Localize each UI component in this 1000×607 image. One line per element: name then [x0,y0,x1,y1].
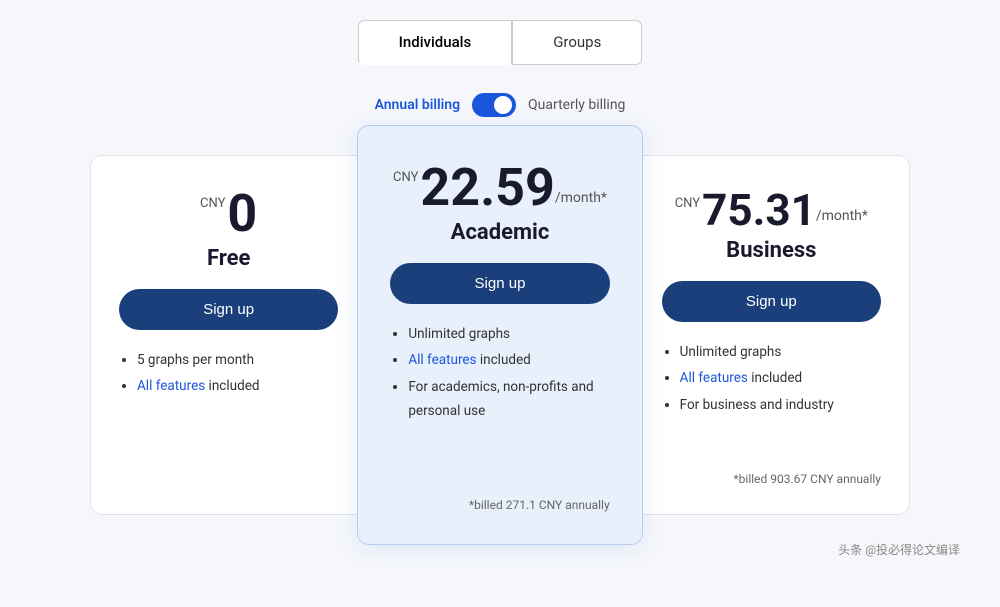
currency-business: CNY [675,196,700,211]
feature-free-2-highlight: All features [137,378,205,394]
feature-academic-2-highlight: All features [408,352,476,368]
plan-card-free: CNY 0 Free Sign up 5 graphs per month Al… [90,155,367,515]
price-area-academic: CNY 22.59 /month* [393,162,607,214]
feature-free-2: All features included [137,374,338,398]
feature-business-1: Unlimited graphs [680,340,881,364]
price-area-business: CNY 75.31 /month* [675,188,868,232]
feature-academic-2: All features included [408,348,609,372]
price-free: 0 [227,188,257,240]
price-academic: 22.59 [420,162,554,214]
signup-button-free[interactable]: Sign up [119,289,338,330]
currency-free: CNY [200,196,225,211]
currency-academic: CNY [393,170,418,185]
plan-card-business: CNY 75.31 /month* Business Sign up Unlim… [633,155,910,515]
watermark: 头条 @投必得论文编译 [838,541,980,558]
price-suffix-business: /month* [816,208,868,224]
feature-business-2: All features included [680,366,881,390]
quarterly-billing-label: Quarterly billing [528,97,625,113]
features-list-business: Unlimited graphs All features included F… [662,340,881,419]
feature-business-2-highlight: All features [680,370,748,386]
plans-container: CNY 0 Free Sign up 5 graphs per month Al… [90,145,910,525]
price-area-free: CNY 0 [200,188,257,240]
tab-individuals[interactable]: Individuals [358,20,513,65]
signup-button-business[interactable]: Sign up [662,281,881,322]
toggle-thumb [494,96,512,114]
features-list-academic: Unlimited graphs All features included F… [390,322,609,425]
annual-billing-label: Annual billing [375,97,460,113]
feature-free-1: 5 graphs per month [137,348,338,372]
price-business: 75.31 [702,188,816,232]
feature-academic-1: Unlimited graphs [408,322,609,346]
tab-groups[interactable]: Groups [512,20,642,65]
plan-name-academic: Academic [451,220,550,245]
billing-toggle-row: Annual billing Quarterly billing [375,93,626,117]
billed-note-academic: *billed 271.1 CNY annually [390,482,609,512]
plan-tabs: Individuals Groups [358,20,643,65]
plan-name-business: Business [726,238,816,263]
signup-button-academic[interactable]: Sign up [390,263,609,304]
billing-toggle[interactable] [472,93,516,117]
feature-academic-3: For academics, non-profits and personal … [408,375,609,424]
plan-card-academic: CNY 22.59 /month* Academic Sign up Unlim… [357,125,642,545]
price-suffix-academic: /month* [555,190,607,206]
features-list-free: 5 graphs per month All features included [119,348,338,401]
plan-name-free: Free [207,246,250,271]
billed-note-business: *billed 903.67 CNY annually [662,456,881,486]
feature-business-3: For business and industry [680,393,881,417]
